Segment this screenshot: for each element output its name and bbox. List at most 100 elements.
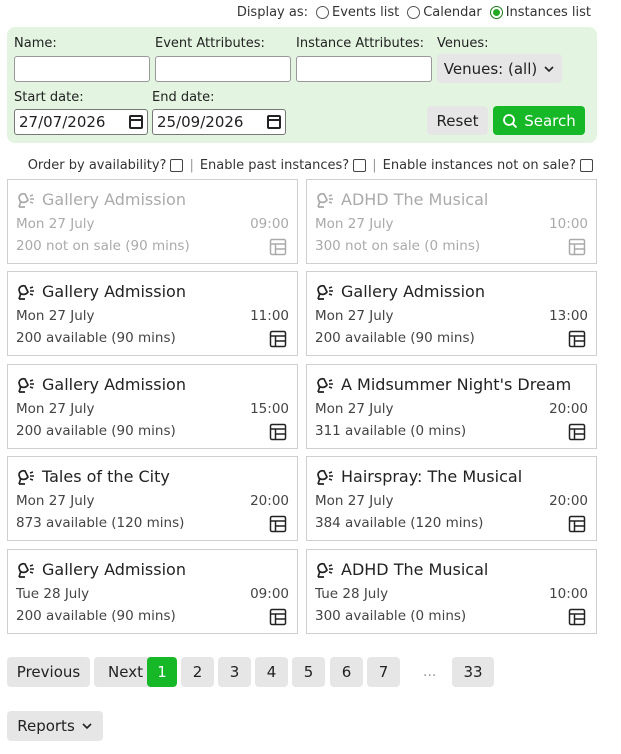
order-by-availability-label: Order by availability? [27,158,167,173]
page-7-button[interactable]: 7 [367,657,400,687]
instance-date: Mon 27 July [16,308,95,324]
instance-time: 09:00 [250,216,289,232]
search-button-label: Search [524,111,576,130]
instance-title-row: ADHD The Musical [315,560,488,579]
page-4-button[interactable]: 4 [255,657,288,687]
instance-date: Mon 27 July [315,493,394,509]
display-as-group: Display as: Events list Calendar Instanc… [237,5,591,20]
page-3-button[interactable]: 3 [218,657,251,687]
order-by-availability-checkbox[interactable] [170,159,184,172]
radio-events-list[interactable] [315,6,329,19]
radio-instances-list[interactable] [489,6,503,19]
instance-title-row: ADHD The Musical [315,190,488,209]
instance-date: Mon 27 July [16,401,95,417]
radio-calendar[interactable] [407,6,421,19]
instance-availability: 200 available (90 mins) [16,608,176,624]
name-input[interactable] [14,56,150,82]
pagination-ellipsis: ... [423,664,437,680]
table-grid-icon[interactable] [568,238,586,256]
start-date-label: Start date: [14,90,84,105]
instance-title: A Midsummer Night's Dream [341,375,572,394]
instance-title-row: Gallery Admission [315,282,485,301]
instance-availability: 311 available (0 mins) [315,423,467,439]
instance-availability: 200 not on sale (90 mins) [16,238,190,254]
table-grid-icon[interactable] [269,423,287,441]
table-grid-icon[interactable] [568,515,586,533]
page-1-button[interactable]: 1 [147,657,177,687]
enable-not-on-sale-label: Enable instances not on sale? [382,158,576,173]
previous-button[interactable]: Previous [7,657,90,687]
reports-dropdown[interactable]: Reports [7,711,103,741]
lamp-icon [18,377,34,393]
instance-title: Gallery Admission [42,375,186,394]
lamp-icon [317,192,333,208]
instance-time: 11:00 [250,308,289,324]
event-attributes-input[interactable] [155,56,291,82]
instance-title: ADHD The Musical [341,560,489,579]
start-date-input[interactable]: 27/07/2026 [14,109,148,135]
display-option-calendar[interactable]: Calendar [407,5,482,20]
instance-date: Mon 27 July [16,216,95,232]
instance-title-row: Gallery Admission [16,560,186,579]
instance-card[interactable]: Hairspray: The Musical Mon 27 July 20:00… [306,456,597,541]
instance-attributes-label: Instance Attributes: [296,36,424,51]
instance-time: 15:00 [250,401,289,417]
search-icon [503,113,518,128]
instance-title-row: Hairspray: The Musical [315,467,522,486]
instance-attributes-input[interactable] [296,56,432,82]
lamp-icon [317,562,333,578]
instance-card[interactable]: Gallery Admission Mon 27 July 09:00 200 … [7,179,298,264]
instance-availability: 384 available (120 mins) [315,515,484,531]
search-button[interactable]: Search [493,106,585,135]
instance-availability: 300 not on sale (0 mins) [315,238,481,254]
venues-dropdown[interactable]: Venues: (all) [437,54,562,83]
lamp-icon [317,377,333,393]
calendar-icon[interactable] [267,115,281,129]
enable-not-on-sale-checkbox[interactable] [580,159,593,172]
table-grid-icon[interactable] [568,423,586,441]
page-6-button[interactable]: 6 [330,657,363,687]
instance-time: 13:00 [549,308,588,324]
display-option-label: Instances list [505,5,591,20]
instance-time: 20:00 [549,401,588,417]
end-date-label: End date: [152,90,215,105]
instance-card[interactable]: Gallery Admission Mon 27 July 15:00 200 … [7,364,298,449]
page-2-button[interactable]: 2 [181,657,214,687]
display-option-instances-list[interactable]: Instances list [489,5,591,20]
table-grid-icon[interactable] [568,330,586,348]
reports-label: Reports [17,717,75,735]
chevron-down-icon [82,723,92,730]
instance-card[interactable]: A Midsummer Night's Dream Mon 27 July 20… [306,364,597,449]
table-grid-icon[interactable] [269,608,287,626]
display-option-label: Events list [331,5,400,20]
instance-availability: 200 available (90 mins) [16,330,176,346]
instance-title: Gallery Admission [341,282,485,301]
display-option-events-list[interactable]: Events list [315,5,400,20]
instance-date: Mon 27 July [315,401,394,417]
display-as-label: Display as: [236,5,308,20]
instance-card[interactable]: Gallery Admission Tue 28 July 09:00 200 … [7,549,298,634]
name-label: Name: [14,36,57,51]
instance-title: Hairspray: The Musical [341,467,523,486]
instance-date: Mon 27 July [16,493,95,509]
calendar-icon[interactable] [129,115,143,129]
table-grid-icon[interactable] [269,238,287,256]
instance-card[interactable]: Tales of the City Mon 27 July 20:00 873 … [7,456,298,541]
instance-card[interactable]: ADHD The Musical Tue 28 July 10:00 300 a… [306,549,597,634]
end-date-input[interactable]: 25/09/2026 [152,109,286,135]
page-5-button[interactable]: 5 [292,657,325,687]
page-33-button[interactable]: 33 [452,657,494,687]
reset-button[interactable]: Reset [427,106,488,135]
instance-card[interactable]: Gallery Admission Mon 27 July 13:00 200 … [306,271,597,356]
display-option-label: Calendar [423,5,482,20]
instance-title: Gallery Admission [42,560,186,579]
start-date-value: 27/07/2026 [19,113,106,131]
instance-card[interactable]: ADHD The Musical Mon 27 July 10:00 300 n… [306,179,597,264]
table-grid-icon[interactable] [269,515,287,533]
instance-card[interactable]: Gallery Admission Mon 27 July 11:00 200 … [7,271,298,356]
instance-availability: 200 available (90 mins) [315,330,475,346]
enable-past-checkbox[interactable] [353,159,367,172]
divider: | [372,158,377,173]
table-grid-icon[interactable] [568,608,586,626]
table-grid-icon[interactable] [269,330,287,348]
